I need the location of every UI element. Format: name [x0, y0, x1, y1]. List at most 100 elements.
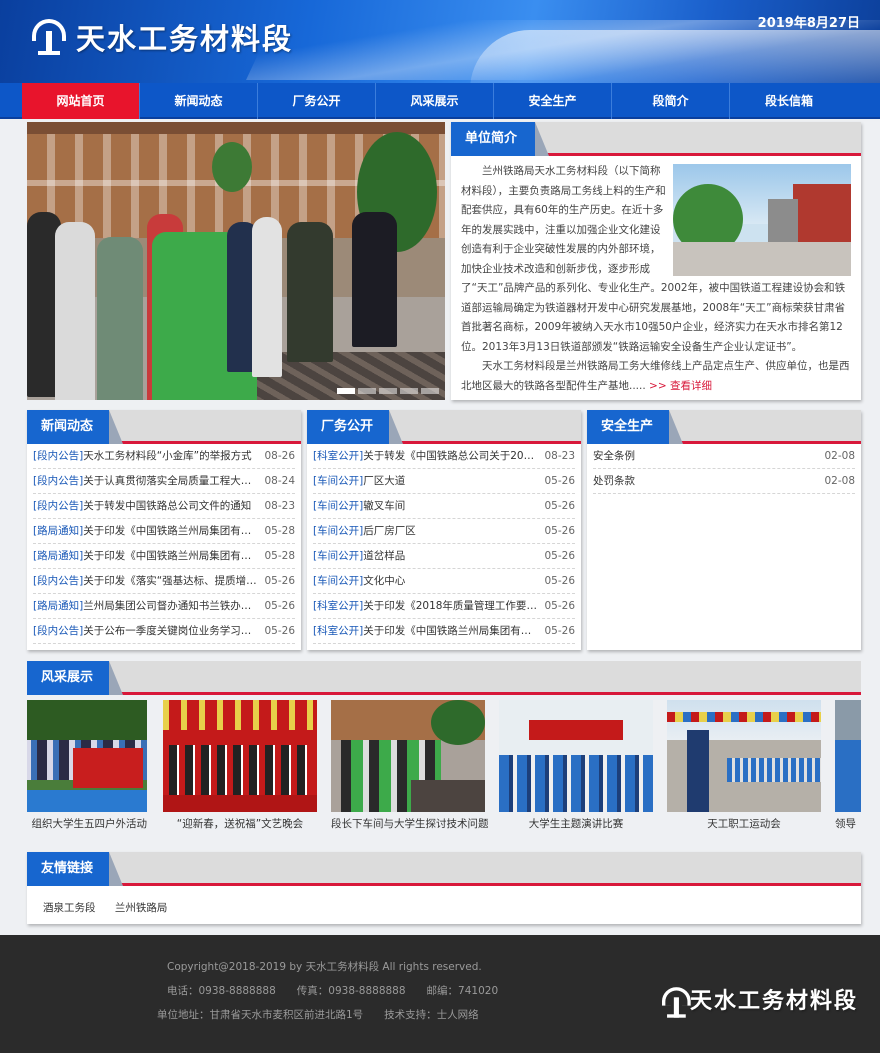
list-item[interactable]: [科室公开] 关于印发《2018年质量管理工作要点》 05-26 — [313, 594, 575, 619]
affairs-date: 05-26 — [544, 625, 575, 637]
news-date: 05-26 — [264, 600, 295, 612]
safety-title[interactable]: 安全条例 — [593, 444, 820, 468]
site-footer: Copyright@2018-2019 by 天水工务材料段 All right… — [0, 935, 880, 1053]
news-tag: [段内公告] — [33, 475, 84, 487]
slider-dot[interactable] — [379, 388, 397, 394]
gallery-photo[interactable] — [667, 700, 821, 812]
nav-item-home[interactable]: 网站首页 — [22, 83, 140, 119]
list-item[interactable]: [车间公开] 辙叉车间 05-26 — [313, 494, 575, 519]
nav-item-mailbox[interactable]: 段长信箱 — [730, 83, 848, 119]
slider-dot[interactable] — [400, 388, 418, 394]
news-panel-title[interactable]: 新闻动态 — [27, 410, 123, 444]
affairs-title[interactable]: 后厂房厂区 — [363, 519, 540, 543]
footer-logo: 天水工务材料段 — [658, 983, 858, 1018]
affairs-title[interactable]: 关于印发《2018年质量管理工作要点》 — [363, 594, 540, 618]
list-item[interactable]: [科室公开]关于转发《中国铁路总公司关于2017年度工作的通知》 08-23 — [313, 444, 575, 469]
news-tag: [路局通知] — [33, 550, 84, 562]
nav-item-gallery[interactable]: 风采展示 — [376, 83, 494, 119]
gallery-caption[interactable]: 组织大学生五四户外活动 — [27, 812, 148, 836]
gallery-caption[interactable]: 领导 — [835, 812, 861, 836]
gallery-photo[interactable] — [331, 700, 485, 812]
friend-links-list: 酒泉工务段 兰州铁路局 — [27, 886, 861, 929]
list-item[interactable]: [段内公告]关于认真贯彻落实全局质量工程大会精神的通知 08-24 — [33, 469, 295, 494]
gallery-photo[interactable] — [499, 700, 653, 812]
news-title[interactable]: 关于印发《中国铁路兰州局集团有限公司实施细则》 — [83, 544, 260, 568]
affairs-tag: [车间公开] — [313, 575, 364, 587]
news-title[interactable]: 关于印发《落实“强基达标、提质增效”工作方案》 — [83, 569, 260, 593]
gallery-photo[interactable] — [27, 700, 147, 812]
site-logo[interactable]: 天水工务材料段 — [30, 16, 293, 58]
list-item[interactable]: [车间公开] 文化中心 05-26 — [313, 569, 575, 594]
affairs-date: 05-26 — [544, 550, 575, 562]
affairs-title[interactable]: 道岔样品 — [363, 544, 540, 568]
list-item[interactable]: [路局通知]兰州局集团公司督办通知书兰铁办督〔2018〕 05-26 — [33, 594, 295, 619]
list-item[interactable]: 处罚条款 02-08 — [593, 469, 855, 494]
gallery-strip: 组织大学生五四户外活动 “迎新春，送祝福”文艺晚会 段长下车间与大学生探讨技术问… — [27, 700, 861, 836]
news-title[interactable]: 关于转发中国铁路总公司文件的通知 — [83, 494, 260, 518]
nav-item-about[interactable]: 段简介 — [612, 83, 730, 119]
photo-slider[interactable] — [27, 122, 445, 400]
friend-link[interactable]: 酒泉工务段 — [43, 902, 96, 914]
footer-contact: 电话：0938-8888888 传真：0938-8888888 邮编：74102… — [167, 985, 499, 997]
gallery-caption[interactable]: “迎新春，送祝福”文艺晚会 — [163, 812, 317, 836]
news-title[interactable]: 兰州局集团公司督办通知书兰铁办督〔2018〕 — [83, 594, 260, 618]
list-item[interactable]: [路局通知]关于印发《中国铁路兰州局集团有限公司实施细则》 05-28 — [33, 544, 295, 569]
friend-link[interactable]: 兰州铁路局 — [115, 902, 168, 914]
slider-dot[interactable] — [421, 388, 439, 394]
safety-panel-title[interactable]: 安全生产 — [587, 410, 683, 444]
news-tag: [路局通知] — [33, 600, 84, 612]
list-item[interactable]: [段内公告]关于公布一季度关键岗位业务学习内容的通知 05-26 — [33, 619, 295, 644]
news-title[interactable]: 天水工务材料段“小金库”的举报方式 — [83, 444, 260, 468]
affairs-title[interactable]: 厂区大道 — [363, 469, 540, 493]
affairs-title[interactable]: 文化中心 — [363, 569, 540, 593]
intro-more-link[interactable]: >> 查看详细 — [649, 380, 712, 392]
list-item[interactable]: [路局通知]关于印发《中国铁路兰州局集团有限公司管理办法》 05-28 — [33, 519, 295, 544]
gallery-item[interactable]: 大学生主题演讲比赛 — [499, 700, 653, 836]
list-item[interactable]: [段内公告]关于印发《落实“强基达标、提质增效”工作方案》 05-26 — [33, 569, 295, 594]
news-panel: 新闻动态 [段内公告] 天水工务材料段“小金库”的举报方式 08-26 [段内公告]… — [27, 410, 301, 650]
news-date: 05-28 — [264, 525, 295, 537]
gallery-photo[interactable] — [835, 700, 861, 812]
affairs-title[interactable]: 关于印发《中国铁路兰州局集团有限公司管理办法》 — [363, 619, 540, 643]
gallery-item[interactable]: “迎新春，送祝福”文艺晚会 — [163, 700, 317, 836]
affairs-title[interactable]: 关于转发《中国铁路总公司关于2017年度工作的通知》 — [363, 444, 540, 468]
gallery-photo[interactable] — [163, 700, 317, 812]
list-item[interactable]: [段内公告] 关于转发中国铁路总公司文件的通知 08-23 — [33, 494, 295, 519]
gallery-item[interactable]: 领导 — [835, 700, 861, 836]
gallery-panel-title[interactable]: 风采展示 — [27, 661, 123, 695]
gallery-item[interactable]: 组织大学生五四户外活动 — [27, 700, 147, 836]
affairs-tag: [车间公开] — [313, 475, 364, 487]
safety-list: 安全条例 02-08 处罚条款 02-08 — [587, 444, 861, 494]
news-title[interactable]: 关于印发《中国铁路兰州局集团有限公司管理办法》 — [83, 519, 260, 543]
news-title[interactable]: 关于公布一季度关键岗位业务学习内容的通知 — [83, 619, 260, 643]
gallery-caption[interactable]: 天工职工运动会 — [667, 812, 821, 836]
news-title[interactable]: 关于认真贯彻落实全局质量工程大会精神的通知 — [83, 469, 260, 493]
list-item[interactable]: [科室公开]关于印发《中国铁路兰州局集团有限公司管理办法》 05-26 — [313, 619, 575, 644]
news-tag: [段内公告] — [33, 500, 84, 512]
slider-dot[interactable] — [337, 388, 355, 394]
slider-dot[interactable] — [358, 388, 376, 394]
safety-date: 02-08 — [824, 475, 855, 487]
gallery-caption[interactable]: 段长下车间与大学生探讨技术问题 — [331, 812, 489, 836]
gallery-caption[interactable]: 大学生主题演讲比赛 — [499, 812, 653, 836]
list-item[interactable]: [段内公告] 天水工务材料段“小金库”的举报方式 08-26 — [33, 444, 295, 469]
list-item[interactable]: 安全条例 02-08 — [593, 444, 855, 469]
affairs-date: 05-26 — [544, 600, 575, 612]
nav-item-news[interactable]: 新闻动态 — [140, 83, 258, 119]
affairs-tag: [车间公开] — [313, 550, 364, 562]
list-item[interactable]: [车间公开] 道岔样品 05-26 — [313, 544, 575, 569]
nav-item-affairs[interactable]: 厂务公开 — [258, 83, 376, 119]
list-item[interactable]: [车间公开] 厂区大道 05-26 — [313, 469, 575, 494]
gallery-item[interactable]: 段长下车间与大学生探讨技术问题 — [331, 700, 489, 836]
main-nav: 网站首页 新闻动态 厂务公开 风采展示 安全生产 段简介 段长信箱 — [0, 83, 880, 119]
nav-item-safety[interactable]: 安全生产 — [494, 83, 612, 119]
list-item[interactable]: [车间公开] 后厂房厂区 05-26 — [313, 519, 575, 544]
safety-title[interactable]: 处罚条款 — [593, 469, 820, 493]
gallery-item[interactable]: 天工职工运动会 — [667, 700, 821, 836]
affairs-panel-title[interactable]: 厂务公开 — [307, 410, 403, 444]
affairs-title[interactable]: 辙叉车间 — [363, 494, 540, 518]
logo-rail-icon — [30, 17, 68, 57]
footer-logo-rail-icon — [660, 985, 691, 1018]
news-list: [段内公告] 天水工务材料段“小金库”的举报方式 08-26 [段内公告] 关于认真贯… — [27, 444, 301, 644]
affairs-tag: [科室公开] — [313, 450, 364, 462]
